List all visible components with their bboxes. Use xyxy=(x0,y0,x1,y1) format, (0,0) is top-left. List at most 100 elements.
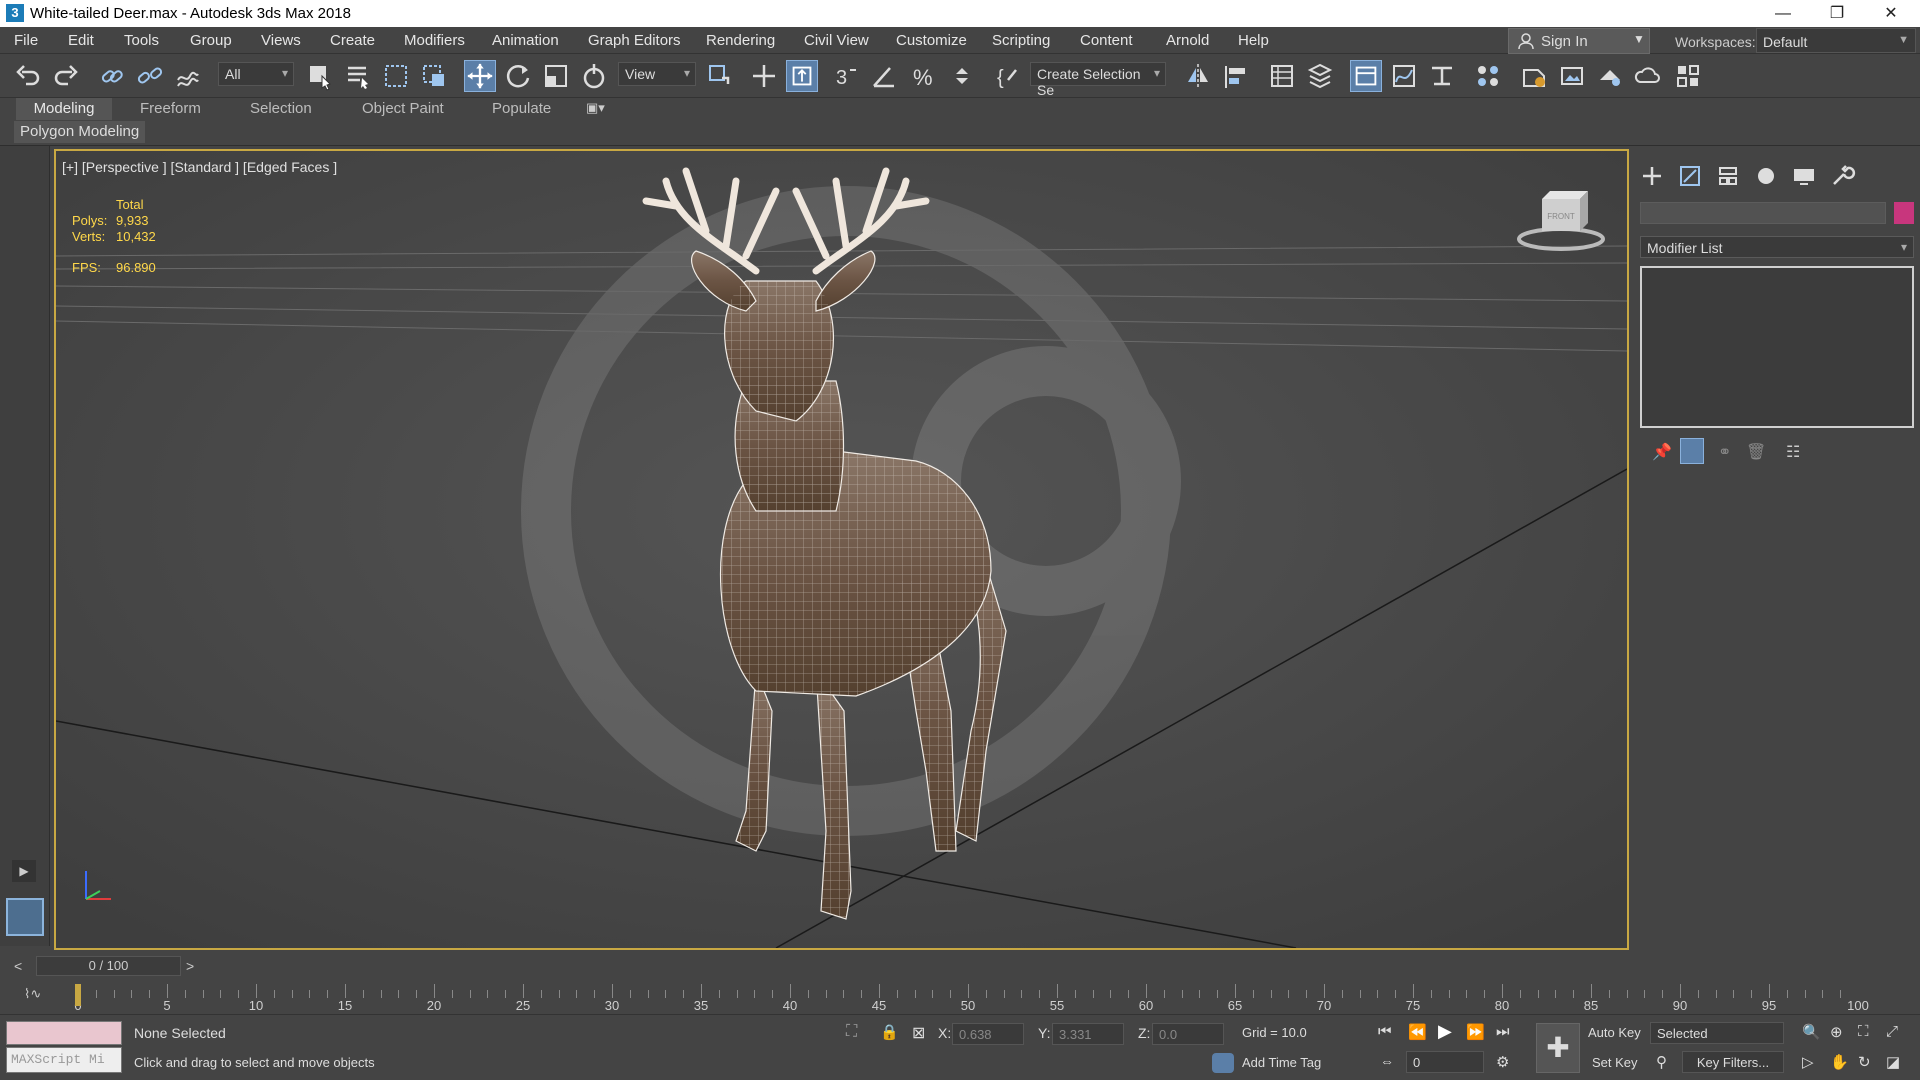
select-by-name-icon[interactable] xyxy=(342,60,374,92)
menu-tools[interactable]: Tools xyxy=(124,32,159,49)
zoom-extents-all-icon[interactable]: ⤢ xyxy=(1886,1023,1898,1040)
modifier-list-dropdown[interactable]: Modifier List xyxy=(1640,236,1914,258)
rectangular-selection-icon[interactable] xyxy=(380,60,412,92)
menu-arnold[interactable]: Arnold xyxy=(1166,32,1209,49)
snaps-toggle-icon[interactable]: 3 xyxy=(830,60,862,92)
auto-key-button[interactable]: Auto Key xyxy=(1588,1025,1641,1040)
object-color-swatch[interactable] xyxy=(1894,202,1914,224)
pivot-center-icon[interactable] xyxy=(704,60,736,92)
select-and-move-icon[interactable] xyxy=(464,60,496,92)
render-in-cloud-icon[interactable] xyxy=(1632,60,1664,92)
time-slider-next[interactable]: > xyxy=(186,958,194,974)
play-icon[interactable]: ▶ xyxy=(1438,1021,1452,1042)
y-coord-field[interactable]: 3.331 xyxy=(1052,1023,1124,1045)
viewport-layout-thumbnail[interactable] xyxy=(6,898,44,936)
key-mode-toggle-icon[interactable]: ⇔ xyxy=(1380,1053,1394,1069)
close-button[interactable]: ✕ xyxy=(1864,0,1918,27)
add-time-tag[interactable]: Add Time Tag xyxy=(1242,1055,1321,1070)
window-crossing-icon[interactable] xyxy=(418,60,450,92)
app-icon[interactable]: 3 xyxy=(6,4,24,22)
menu-group[interactable]: Group xyxy=(190,32,232,49)
menu-modifiers[interactable]: Modifiers xyxy=(404,32,465,49)
time-cursor[interactable] xyxy=(75,984,81,1006)
menu-rendering[interactable]: Rendering xyxy=(706,32,775,49)
select-and-rotate-icon[interactable] xyxy=(502,60,534,92)
tab-object-paint[interactable]: Object Paint xyxy=(354,98,452,120)
create-tab-icon[interactable] xyxy=(1638,162,1666,190)
key-filter-icon[interactable]: ⚲ xyxy=(1656,1053,1667,1071)
orbit-icon[interactable]: ↻ xyxy=(1858,1053,1871,1071)
link-icon[interactable] xyxy=(96,60,128,92)
minimize-button[interactable]: — xyxy=(1756,0,1810,27)
restore-button[interactable]: ❐ xyxy=(1810,0,1864,27)
toggle-ribbon-icon[interactable] xyxy=(1350,60,1382,92)
expand-layouts-icon[interactable]: ▶ xyxy=(12,860,36,882)
object-name-field[interactable] xyxy=(1640,202,1886,224)
curve-editor-icon[interactable] xyxy=(1388,60,1420,92)
menu-file[interactable]: File xyxy=(14,32,38,49)
modify-tab-icon[interactable] xyxy=(1676,162,1704,190)
time-configuration-icon[interactable]: ⚙ xyxy=(1496,1053,1509,1071)
layer-explorer-icon[interactable] xyxy=(1304,60,1336,92)
time-slider[interactable]: 0 / 100 xyxy=(36,956,181,976)
selection-filter-dropdown[interactable]: All xyxy=(218,62,294,86)
timeline-ruler[interactable]: 0510152025303540455055606570758085909510… xyxy=(74,982,1869,1013)
key-mode-select[interactable]: Selected xyxy=(1650,1022,1784,1044)
polygon-modeling-label[interactable]: Polygon Modeling xyxy=(14,121,146,143)
menu-edit[interactable]: Edit xyxy=(68,32,94,49)
angle-snap-icon[interactable] xyxy=(868,60,900,92)
rendered-frame-window-icon[interactable] xyxy=(1556,60,1588,92)
menu-scripting[interactable]: Scripting xyxy=(992,32,1050,49)
align-icon[interactable] xyxy=(1220,60,1252,92)
render-production-icon[interactable] xyxy=(1594,60,1626,92)
percent-snap-icon[interactable]: % xyxy=(908,60,940,92)
bind-space-warp-icon[interactable] xyxy=(172,60,204,92)
previous-frame-icon[interactable]: ⏪ xyxy=(1408,1023,1427,1041)
viewport-label[interactable]: [+] [Perspective ] [Standard ] [Edged Fa… xyxy=(62,159,337,175)
make-unique-icon[interactable]: ⚭ xyxy=(1718,442,1731,462)
tab-populate[interactable]: Populate xyxy=(484,98,559,120)
unlink-icon[interactable] xyxy=(134,60,166,92)
key-filters-button[interactable]: Key Filters... xyxy=(1682,1051,1784,1073)
menu-help[interactable]: Help xyxy=(1238,32,1269,49)
selection-lock-icon[interactable]: 🔒 xyxy=(880,1023,899,1041)
scene-explorer-icon[interactable] xyxy=(1266,60,1298,92)
z-coord-field[interactable]: 0.0 xyxy=(1152,1023,1224,1045)
named-selection-dropdown[interactable]: Create Selection Se xyxy=(1030,62,1166,98)
menu-views[interactable]: Views xyxy=(261,32,301,49)
pin-stack-icon[interactable]: 📌 xyxy=(1652,442,1672,462)
mirror-icon[interactable] xyxy=(1182,60,1214,92)
menu-civil-view[interactable]: Civil View xyxy=(804,32,869,49)
x-coord-field[interactable]: 0.638 xyxy=(952,1023,1024,1045)
current-frame-field[interactable]: 0 xyxy=(1406,1051,1484,1073)
maxscript-mini-listener[interactable]: MAXScript Mi xyxy=(6,1047,122,1073)
select-and-scale-icon[interactable] xyxy=(540,60,572,92)
menu-customize[interactable]: Customize xyxy=(896,32,967,49)
maxscript-listener-color[interactable] xyxy=(6,1021,122,1045)
menu-graph-editors[interactable]: Graph Editors xyxy=(588,32,681,49)
keyboard-shortcut-override-icon[interactable] xyxy=(786,60,818,92)
pan-view-icon[interactable]: ✋ xyxy=(1830,1053,1849,1071)
time-tag-icon[interactable] xyxy=(1212,1053,1234,1073)
tab-selection[interactable]: Selection xyxy=(242,98,320,120)
go-to-end-icon[interactable]: ⏭ xyxy=(1496,1023,1510,1040)
render-setup-icon[interactable] xyxy=(1518,60,1550,92)
trackbar[interactable]: ⌇∿ 0510152025303540455055606570758085909… xyxy=(0,980,1920,1014)
undo-icon[interactable] xyxy=(12,60,44,92)
configure-modifier-sets-icon[interactable]: ☷ xyxy=(1786,442,1800,462)
absolute-relative-icon[interactable]: ⊠ xyxy=(912,1023,925,1043)
go-to-start-icon[interactable]: ⏮ xyxy=(1378,1023,1392,1040)
curve-editor-mini-icon[interactable]: ⌇∿ xyxy=(24,986,41,1002)
sign-in-dropdown[interactable]: Sign In ▼ xyxy=(1508,28,1650,54)
modifier-stack[interactable] xyxy=(1640,266,1914,428)
zoom-extents-icon[interactable]: ⛶ xyxy=(1858,1023,1869,1040)
menu-create[interactable]: Create xyxy=(330,32,375,49)
menu-content[interactable]: Content xyxy=(1080,32,1133,49)
reference-coord-dropdown[interactable]: View xyxy=(618,62,696,86)
zoom-icon[interactable]: 🔍 xyxy=(1802,1023,1821,1041)
remove-modifier-icon[interactable]: 🗑 xyxy=(1746,442,1766,462)
time-slider-prev[interactable]: < xyxy=(14,958,22,974)
hierarchy-tab-icon[interactable] xyxy=(1714,162,1742,190)
edit-named-selection-icon[interactable]: { xyxy=(992,60,1024,92)
tab-modeling[interactable]: Modeling xyxy=(16,98,112,120)
